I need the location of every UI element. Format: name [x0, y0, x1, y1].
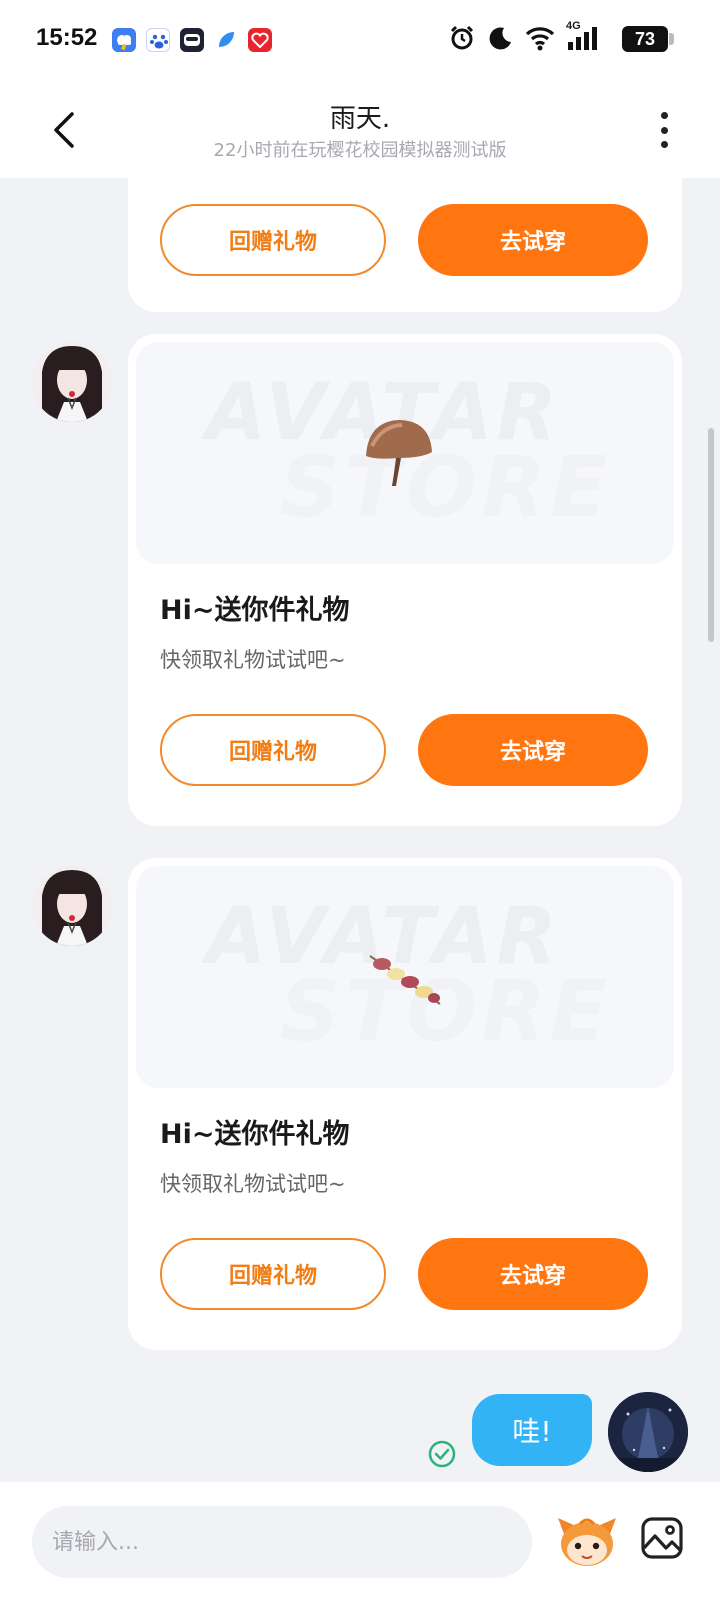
signal-icon: 4G	[566, 20, 602, 52]
gift-title: Hi~送你件礼物	[160, 1119, 350, 1150]
red-heart-app-icon	[248, 28, 272, 52]
system-icons: 4G	[448, 20, 602, 52]
mushroom-gift-icon	[366, 420, 432, 486]
more-options-button[interactable]	[652, 112, 676, 148]
gift-title: Hi~送你件礼物	[160, 595, 350, 626]
gift-description: 快领取礼物试试吧~	[160, 1172, 346, 1196]
status-time: 15:52	[36, 24, 98, 51]
gift-preview[interactable]: AVATAR STORE	[136, 342, 674, 564]
dot-icon	[660, 141, 668, 148]
image-picker-button[interactable]	[640, 1516, 684, 1560]
dot-icon	[660, 112, 668, 119]
contact-avatar[interactable]	[32, 342, 112, 422]
status-bar: 15:52 4G 73	[0, 0, 720, 80]
alarm-icon	[450, 25, 474, 50]
battery-indicator: 73	[622, 26, 668, 52]
feather-app-icon	[214, 28, 238, 52]
input-bar	[0, 1482, 720, 1604]
contact-name: 雨天.	[329, 104, 391, 134]
return-gift-button[interactable]: 回赠礼物	[160, 204, 386, 276]
image-icon	[641, 1517, 683, 1559]
sent-check-icon	[428, 1440, 456, 1468]
gift-card: AVATAR STORE Hi~送你件礼物 快领取礼物试试吧~ 回赠礼物 去试穿	[128, 858, 682, 1350]
gift-description: 快领取礼物试试吧~	[160, 648, 346, 672]
try-on-button[interactable]: 去试穿	[418, 1238, 648, 1310]
battery-tip	[669, 33, 674, 45]
return-gift-button[interactable]: 回赠礼物	[160, 1238, 386, 1310]
baidu-paw-icon	[146, 28, 170, 52]
wifi-icon	[525, 27, 555, 51]
message-list[interactable]: 回赠礼物 去试穿 AVATAR STORE Hi~送你件礼物 快领取礼物试试吧~…	[0, 178, 720, 1482]
my-avatar[interactable]	[608, 1392, 688, 1472]
contact-activity-status: 22小时前在玩樱花校园模拟器测试版	[213, 140, 507, 161]
watermark-store: STORE	[280, 438, 612, 536]
kebab-gift-icon	[369, 955, 441, 1005]
try-on-button[interactable]: 去试穿	[418, 714, 648, 786]
chat-header: 雨天. 22小时前在玩樱花校园模拟器测试版	[0, 80, 720, 178]
gift-card: AVATAR STORE Hi~送你件礼物 快领取礼物试试吧~ 回赠礼物 去试穿	[128, 334, 682, 826]
gift-card: 回赠礼物 去试穿	[128, 178, 682, 312]
message-input[interactable]	[32, 1506, 532, 1578]
notification-icons	[112, 28, 272, 52]
contact-avatar[interactable]	[32, 866, 112, 946]
return-gift-button[interactable]: 回赠礼物	[160, 714, 386, 786]
dot-icon	[660, 126, 668, 134]
sticker-mascot-button[interactable]	[556, 1512, 618, 1570]
gift-preview[interactable]: AVATAR STORE	[136, 866, 674, 1088]
try-on-button[interactable]: 去试穿	[418, 204, 648, 276]
app-face-icon	[180, 28, 204, 52]
moon-icon	[489, 27, 511, 50]
my-message-bubble[interactable]: 哇!	[472, 1394, 592, 1466]
scrollbar[interactable]	[708, 428, 714, 642]
cloud-weather-icon	[112, 28, 136, 52]
mascot-face-icon	[558, 1518, 616, 1566]
